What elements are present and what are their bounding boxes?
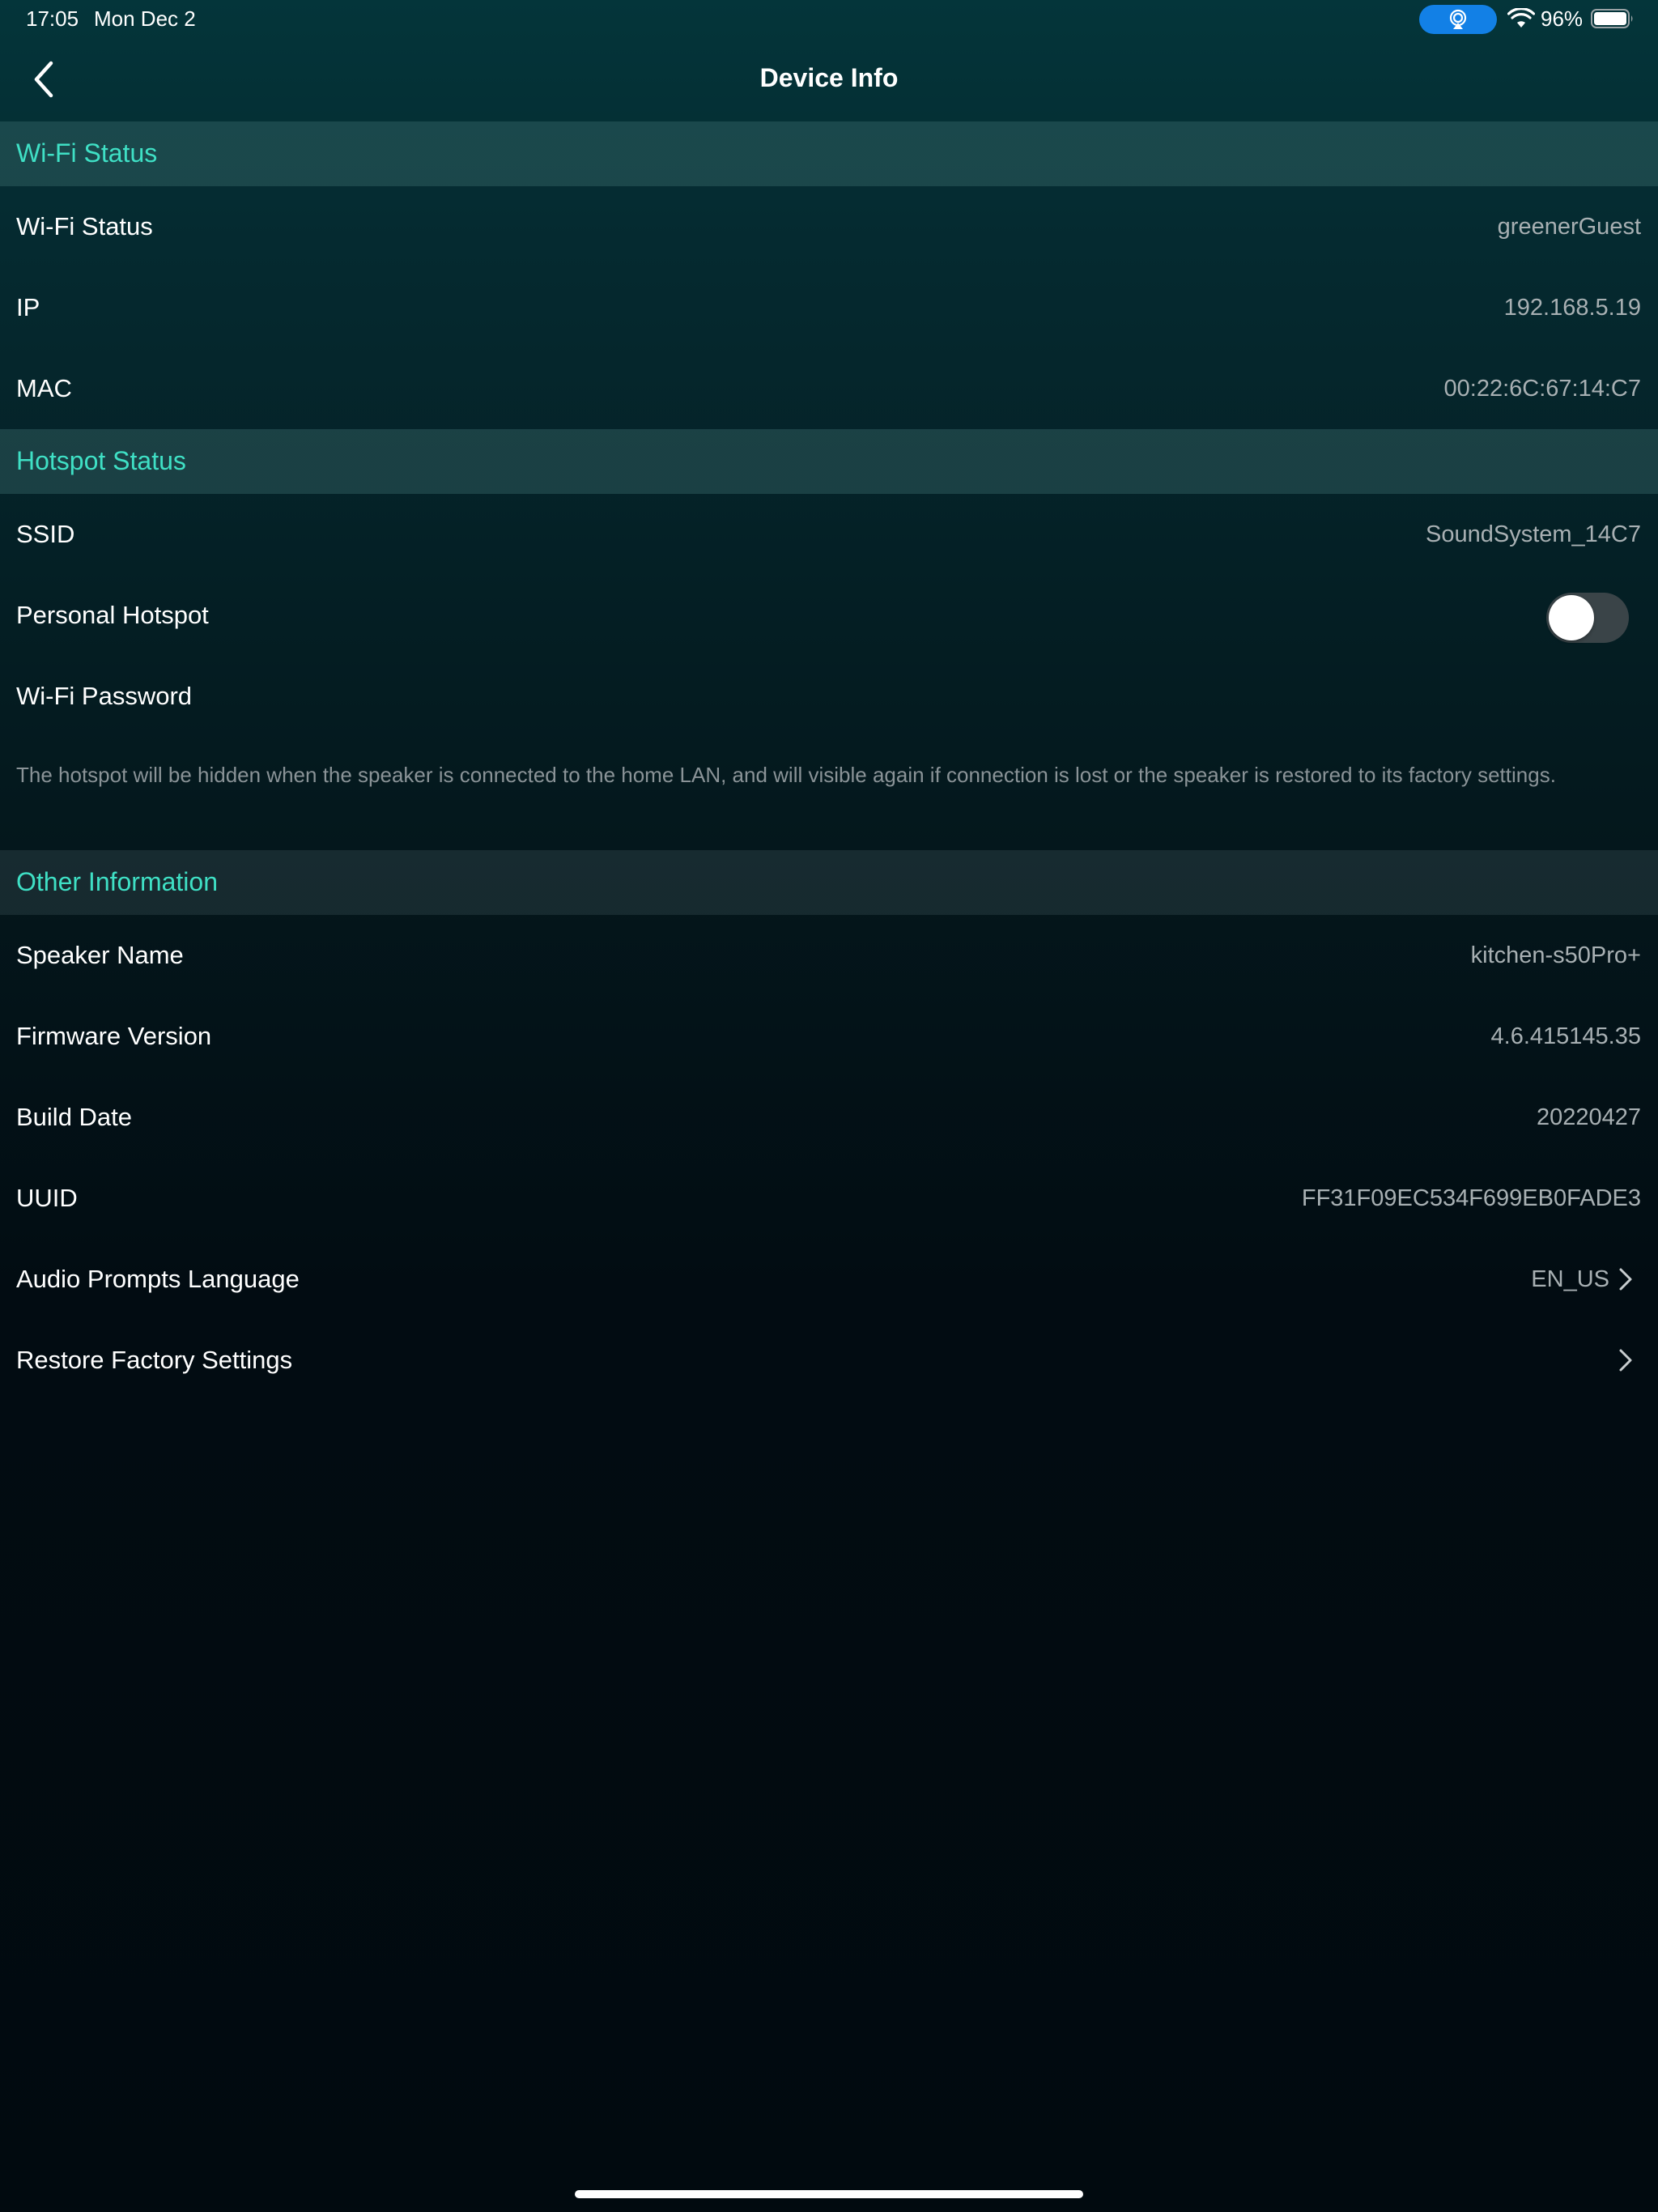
status-date: Mon Dec 2	[94, 6, 196, 31]
row-personal-hotspot: Personal Hotspot	[0, 575, 1658, 656]
row-label: Audio Prompts Language	[16, 1265, 300, 1293]
section-header-hotspot: Hotspot Status	[0, 429, 1658, 494]
chevron-right-icon	[1619, 1349, 1632, 1372]
row-value: 192.168.5.19	[1503, 295, 1641, 321]
row-label: Speaker Name	[16, 941, 184, 969]
row-value: EN_US	[1531, 1266, 1609, 1292]
section-title: Wi-Fi Status	[16, 138, 158, 168]
row-label: SSID	[16, 520, 75, 548]
section-title: Other Information	[16, 867, 218, 896]
row-label: IP	[16, 293, 40, 321]
row-ssid: SSID SoundSystem_14C7	[0, 494, 1658, 575]
row-uuid: UUID FF31F09EC534F699EB0FADE3	[0, 1158, 1658, 1239]
row-label: Restore Factory Settings	[16, 1346, 293, 1374]
toggle-knob	[1549, 595, 1594, 640]
row-speaker-name: Speaker Name kitchen-s50Pro+	[0, 915, 1658, 996]
battery-percentage: 96%	[1541, 6, 1584, 31]
row-value: 20220427	[1536, 1104, 1641, 1130]
home-indicator[interactable]	[575, 2190, 1083, 2198]
row-value: FF31F09EC534F699EB0FADE3	[1301, 1185, 1641, 1211]
row-build-date: Build Date 20220427	[0, 1077, 1658, 1158]
row-firmware-version: Firmware Version 4.6.415145.35	[0, 996, 1658, 1077]
section-title: Hotspot Status	[16, 446, 186, 475]
row-label: MAC	[16, 374, 72, 402]
row-wifi-status: Wi-Fi Status greenerGuest	[0, 186, 1658, 267]
status-time: 17:05	[26, 6, 79, 31]
personal-hotspot-toggle[interactable]	[1546, 593, 1629, 643]
status-bar: 17:05 Mon Dec 2 96%	[0, 0, 1658, 39]
nav-bar: Device Info	[0, 39, 1658, 120]
row-value: SoundSystem_14C7	[1426, 521, 1641, 547]
chevron-right-icon	[1619, 1268, 1632, 1291]
section-header-other: Other Information	[0, 850, 1658, 915]
row-label: Wi-Fi Password	[16, 682, 193, 710]
row-ip: IP 192.168.5.19	[0, 267, 1658, 348]
row-value: greenerGuest	[1497, 214, 1641, 240]
row-wifi-password[interactable]: Wi-Fi Password	[0, 656, 1658, 737]
row-value: 00:22:6C:67:14:C7	[1443, 376, 1641, 402]
row-label: Build Date	[16, 1103, 133, 1131]
hotspot-note: The hotspot will be hidden when the spea…	[16, 763, 1556, 787]
airplay-icon	[1449, 9, 1467, 29]
battery-icon	[1591, 9, 1633, 28]
row-label: Wi-Fi Status	[16, 212, 153, 240]
row-label: UUID	[16, 1184, 78, 1212]
section-header-wifi: Wi-Fi Status	[0, 121, 1658, 186]
row-mac: MAC 00:22:6C:67:14:C7	[0, 348, 1658, 429]
airplay-indicator[interactable]	[1419, 5, 1497, 34]
row-restore-factory-settings[interactable]: Restore Factory Settings	[0, 1320, 1658, 1401]
row-label: Firmware Version	[16, 1022, 212, 1050]
row-value: 4.6.415145.35	[1490, 1023, 1641, 1049]
wifi-icon	[1507, 8, 1535, 28]
row-label: Personal Hotspot	[16, 601, 209, 629]
row-audio-prompts-language[interactable]: Audio Prompts Language EN_US	[0, 1239, 1658, 1320]
page-title: Device Info	[759, 63, 899, 92]
row-value: kitchen-s50Pro+	[1470, 942, 1641, 968]
